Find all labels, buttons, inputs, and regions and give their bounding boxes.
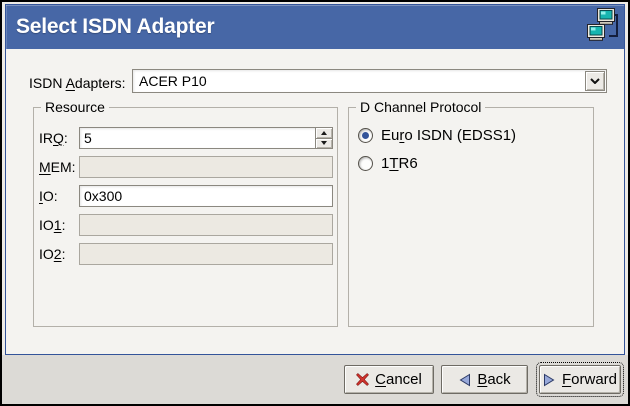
mem-label: MEM: [39,159,79,175]
spin-up-icon [321,131,327,135]
irq-input[interactable] [80,128,315,148]
red-x-icon [356,373,369,386]
spin-down-button[interactable] [316,138,332,149]
io2-input [79,243,333,265]
irq-spin-buttons [315,128,332,148]
irq-label: IRQ: [39,130,79,146]
back-button-label: Back [477,371,510,388]
combo-selected-value: ACER P10 [133,73,207,89]
right-arrow-icon [543,373,556,387]
cancel-button-label: Cancel [375,371,422,388]
io-input[interactable] [79,185,333,207]
dialog-header: Select ISDN Adapter [6,5,624,49]
d-channel-protocol-group: D Channel Protocol Euro ISDN (EDSS1) 1TR… [348,107,594,327]
dialog-content: ISDN Adapters: ACER P10 Resource IRQ: [6,49,624,354]
d-channel-options: Euro ISDN (EDSS1) 1TR6 [349,108,593,172]
isdn-adapters-label: ISDN Adapters: [29,75,126,91]
page-title: Select ISDN Adapter [16,15,214,39]
isdn-adapter-combobox[interactable]: ACER P10 [132,69,607,93]
io-row: IO: [39,185,333,207]
io1-row: IO1: [39,214,333,236]
cancel-button[interactable]: Cancel [344,365,434,394]
radio-euro-isdn[interactable]: Euro ISDN (EDSS1) [358,127,593,144]
resource-group: Resource IRQ: MEM: [33,107,338,327]
io2-label: IO2: [39,246,79,262]
irq-spinbox [79,127,333,149]
io-label: IO: [39,188,79,204]
wizard-panel: Select ISDN Adapter ISDN Adapters: [5,4,625,355]
forward-button-label: Forward [562,371,617,388]
d-channel-group-legend: D Channel Protocol [356,99,485,115]
spin-up-button[interactable] [316,128,332,138]
combo-dropdown-button[interactable] [585,71,605,91]
radio-button-icon [358,156,373,171]
forward-button[interactable]: Forward [539,365,621,394]
io2-row: IO2: [39,243,333,265]
radio-1tr6-label: 1TR6 [381,155,418,172]
left-arrow-icon [458,373,471,387]
select-isdn-adapter-dialog: Select ISDN Adapter ISDN Adapters: [0,0,630,406]
io1-label: IO1: [39,217,79,233]
spin-down-icon [321,141,327,145]
radio-button-icon [358,128,373,143]
irq-row: IRQ: [39,127,333,149]
resource-group-legend: Resource [41,99,109,115]
chevron-down-icon [590,78,600,84]
resource-fields: IRQ: MEM: IO [34,108,337,265]
dialog-button-strip: Cancel Back Forward [2,355,628,404]
mem-input [79,156,333,178]
radio-euro-isdn-label: Euro ISDN (EDSS1) [381,127,516,144]
io1-input [79,214,333,236]
mem-row: MEM: [39,156,333,178]
back-button[interactable]: Back [441,365,528,394]
radio-1tr6[interactable]: 1TR6 [358,155,593,172]
network-computers-icon [586,7,620,47]
